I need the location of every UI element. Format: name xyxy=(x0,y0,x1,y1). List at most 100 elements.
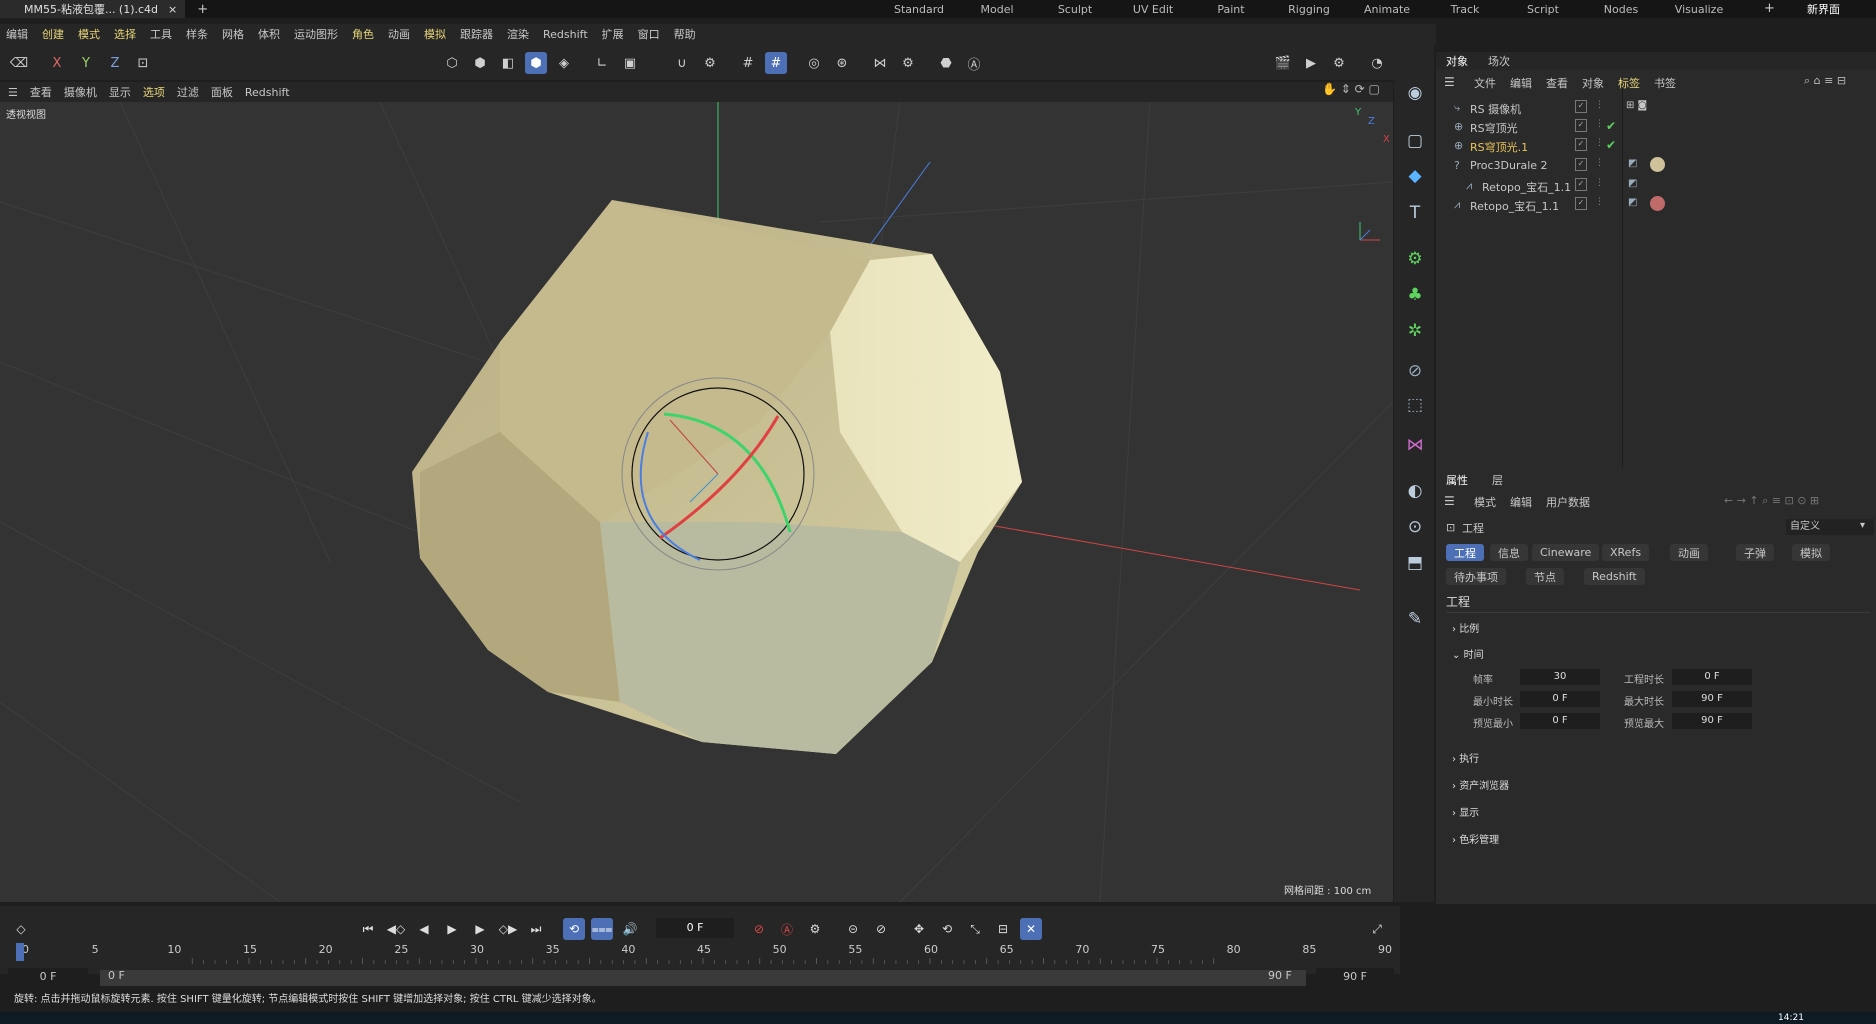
menu-item[interactable]: 运动图形 xyxy=(294,26,338,42)
snap-settings-icon[interactable]: ⚙ xyxy=(699,52,721,74)
range-slider[interactable] xyxy=(100,970,1306,986)
attribute-chip[interactable]: 工程 xyxy=(1446,544,1484,561)
object-menu-item[interactable]: 编辑 xyxy=(1510,75,1532,91)
anti-alias-icon[interactable]: Ⓐ xyxy=(963,52,985,74)
loop-icon[interactable]: ⟲ xyxy=(563,918,585,940)
sketch-icon[interactable]: ✎ xyxy=(1402,606,1428,632)
min-time-field[interactable]: 0 F xyxy=(1520,691,1600,707)
menu-item[interactable]: 网格 xyxy=(222,26,244,42)
sound-icon[interactable]: 🔊 xyxy=(619,918,641,940)
menu-item[interactable]: 扩展 xyxy=(602,26,624,42)
floor-icon[interactable]: ⬒ xyxy=(1402,550,1428,576)
perspective-viewport[interactable] xyxy=(0,102,1393,902)
soft-selection-icon[interactable]: ◎ xyxy=(803,52,825,74)
key-options-icon[interactable]: ⊘ xyxy=(870,918,892,940)
axis-y-toggle[interactable]: Y xyxy=(75,52,97,74)
layer-dots-icon[interactable]: ⋮ xyxy=(1595,178,1604,188)
layout-tab[interactable]: Script xyxy=(1504,3,1582,16)
preview-max-field[interactable]: 90 F xyxy=(1672,713,1752,729)
menu-item[interactable]: 跟踪器 xyxy=(460,26,493,42)
layer-dots-icon[interactable]: ⋮ xyxy=(1595,100,1604,110)
fps-field[interactable]: 30 xyxy=(1520,669,1600,685)
visibility-toggle[interactable]: ✓ xyxy=(1575,197,1587,210)
tag-icon[interactable]: ◩ xyxy=(1628,158,1637,169)
add-layout-button[interactable]: + xyxy=(1764,1,1775,16)
generator-icon[interactable]: ⚙ xyxy=(1402,246,1428,272)
next-frame-icon[interactable]: ▶ xyxy=(469,918,491,940)
play-icon[interactable]: ▶ xyxy=(441,918,463,940)
group-scale[interactable]: › 比例 xyxy=(1452,620,1479,635)
attribute-chip[interactable]: XRefs xyxy=(1602,544,1650,561)
key-rotation-icon[interactable]: ⟲ xyxy=(936,918,958,940)
menu-item[interactable]: 体积 xyxy=(258,26,280,42)
layout-tab[interactable]: Model xyxy=(958,3,1036,16)
menu-item[interactable]: Redshift xyxy=(543,28,588,41)
menu-item[interactable]: 模式 xyxy=(78,26,100,42)
null-icon[interactable]: ⬚ xyxy=(1402,392,1428,418)
visibility-toggle[interactable]: ✓ xyxy=(1575,178,1587,191)
group-time[interactable]: ⌄ 时间 xyxy=(1452,646,1484,661)
document-tab[interactable]: MM55-粘液包覆... (1).c4d × xyxy=(0,0,186,18)
object-menu-item[interactable]: 查看 xyxy=(1546,75,1568,91)
character-icon[interactable]: ⋈ xyxy=(1402,432,1428,458)
tag-icon[interactable]: ◩ xyxy=(1628,197,1637,208)
object-tab[interactable]: 场次 xyxy=(1488,53,1510,69)
menu-item[interactable]: 选择 xyxy=(114,26,136,42)
layer-dots-icon[interactable]: ⋮ xyxy=(1595,197,1604,207)
viewport-nav-icons[interactable]: ✋ ⇕ ⟳ ▢ xyxy=(1322,82,1380,96)
cloner-icon[interactable]: ♣ xyxy=(1402,282,1428,308)
playback-mode-icon[interactable]: ⩶ xyxy=(591,918,613,940)
key-settings-icon[interactable]: ⚙ xyxy=(804,918,826,940)
symmetry-settings-icon[interactable]: ⚙ xyxy=(897,52,919,74)
undo-icon[interactable]: ⌫ xyxy=(8,52,30,74)
edit-render-settings-icon[interactable]: ⚙ xyxy=(1328,52,1350,74)
object-row[interactable]: ⤷ RS 摄像机 ✓ ⋮ ⊞ ◙ xyxy=(1440,98,1876,117)
key-lock-icon[interactable]: ⊝ xyxy=(842,918,864,940)
viewport-menu-item[interactable]: Redshift xyxy=(245,86,290,99)
lock-workplane-icon[interactable]: ⊛ xyxy=(831,52,853,74)
layout-tab[interactable]: UV Edit xyxy=(1114,3,1192,16)
viewport-menu-item[interactable]: 显示 xyxy=(109,84,131,100)
key-param-icon[interactable]: ⊟ xyxy=(992,918,1014,940)
viewport-menu-icon[interactable]: ☰ xyxy=(8,86,18,99)
duration-field[interactable]: 0 F xyxy=(1672,669,1752,685)
visibility-toggle[interactable]: ✓ xyxy=(1575,119,1587,132)
group-exec[interactable]: › 执行 xyxy=(1452,750,1479,765)
attribute-chip[interactable]: 子弹 xyxy=(1736,544,1774,561)
object-row[interactable]: ⩘ Retopo_宝石_1.1 ✓ ⋮ ◩ xyxy=(1440,195,1876,214)
points-mode-icon[interactable]: ⬡ xyxy=(441,52,463,74)
timeline-graph-icon[interactable]: ⤢ xyxy=(1366,918,1388,940)
prev-frame-icon[interactable]: ◀ xyxy=(413,918,435,940)
menu-item[interactable]: 创建 xyxy=(42,26,64,42)
axis-z-toggle[interactable]: Z xyxy=(104,52,126,74)
symmetry-icon[interactable]: ⋈ xyxy=(869,52,891,74)
attribute-chip[interactable]: Cineware xyxy=(1532,544,1600,561)
menu-item[interactable]: 窗口 xyxy=(638,26,660,42)
light-icon[interactable]: ◐ xyxy=(1402,478,1428,504)
menu-item[interactable]: 动画 xyxy=(388,26,410,42)
layout-tab[interactable]: Visualize xyxy=(1660,3,1738,16)
autokey-icon[interactable]: Ⓐ xyxy=(776,918,798,940)
keyframe-icon[interactable]: ◇ xyxy=(10,918,32,940)
prev-key-icon[interactable]: ◀◇ xyxy=(385,918,407,940)
layout-tab[interactable]: Sculpt xyxy=(1036,3,1114,16)
menu-item[interactable]: 编辑 xyxy=(6,26,28,42)
group-asset-browser[interactable]: › 资产浏览器 xyxy=(1452,777,1509,792)
camera-tag-icon[interactable]: ⊞ ◙ xyxy=(1626,100,1647,111)
selection-icon[interactable]: ◉ xyxy=(1402,80,1428,106)
layer-dots-icon[interactable]: ⋮ xyxy=(1595,119,1604,129)
layer-dots-icon[interactable]: ⋮ xyxy=(1595,158,1604,168)
layout-tab[interactable]: Standard xyxy=(880,3,958,16)
enabled-check-icon[interactable]: ✔ xyxy=(1606,138,1616,152)
menu-item[interactable]: 角色 xyxy=(352,26,374,42)
snap-icon[interactable]: ∪ xyxy=(671,52,693,74)
group-display[interactable]: › 显示 xyxy=(1452,804,1479,819)
axis-x-toggle[interactable]: X xyxy=(46,52,68,74)
menu-item[interactable]: 工具 xyxy=(150,26,172,42)
close-tab-icon[interactable]: × xyxy=(168,3,177,16)
layout-tab[interactable]: Paint xyxy=(1192,3,1270,16)
attribute-menu-icon[interactable]: ☰ xyxy=(1444,494,1455,508)
polygons-mode-icon[interactable]: ◧ xyxy=(497,52,519,74)
attribute-tab[interactable]: 属性 xyxy=(1446,472,1468,488)
menu-item[interactable]: 帮助 xyxy=(674,26,696,42)
